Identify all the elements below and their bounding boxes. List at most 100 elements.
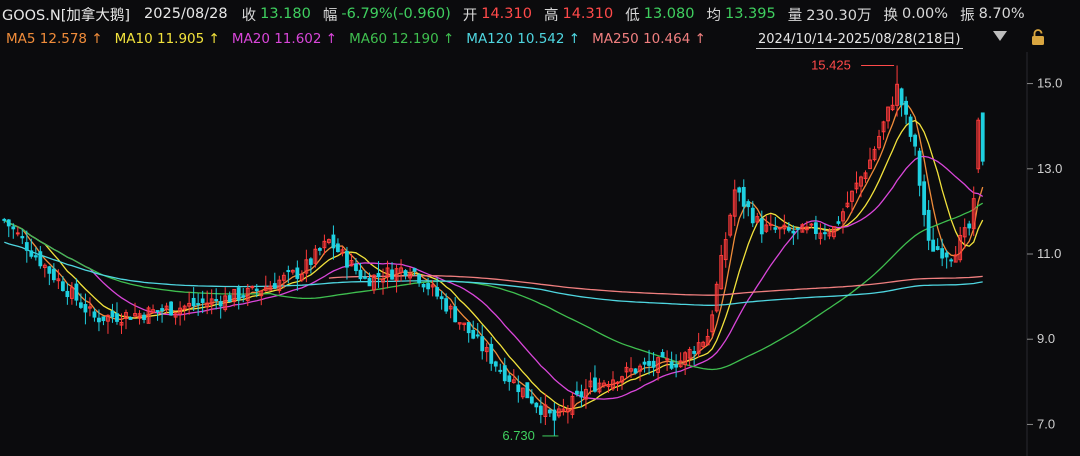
candle[interactable] bbox=[308, 257, 313, 274]
candle[interactable] bbox=[106, 314, 110, 334]
candle[interactable] bbox=[746, 199, 751, 217]
candle[interactable] bbox=[832, 226, 836, 240]
candle[interactable] bbox=[678, 352, 683, 368]
candle[interactable] bbox=[881, 120, 886, 140]
candle[interactable] bbox=[182, 304, 187, 321]
candle[interactable] bbox=[272, 272, 277, 289]
candle[interactable] bbox=[101, 316, 106, 326]
candlestick-chart[interactable]: 7.0 9.0 11.0 13.0 15.0 15.425 6.730 bbox=[0, 52, 1080, 456]
candle[interactable] bbox=[268, 281, 273, 291]
candle[interactable] bbox=[904, 96, 908, 125]
ma20-legend[interactable]: MA20 11.602 ↑ bbox=[232, 31, 337, 47]
lock-icon[interactable] bbox=[1030, 28, 1046, 46]
chevron-down-icon[interactable] bbox=[993, 31, 1007, 41]
candle[interactable] bbox=[345, 246, 349, 280]
candle[interactable] bbox=[638, 363, 642, 382]
candle[interactable] bbox=[299, 270, 304, 283]
candle[interactable] bbox=[263, 275, 268, 292]
candle[interactable] bbox=[403, 269, 408, 280]
candle[interactable] bbox=[845, 191, 850, 209]
candle[interactable] bbox=[250, 285, 255, 290]
candle[interactable] bbox=[466, 322, 471, 343]
candle[interactable] bbox=[620, 375, 624, 390]
candle[interactable] bbox=[597, 378, 602, 394]
candle[interactable] bbox=[656, 356, 660, 381]
candle[interactable] bbox=[872, 146, 877, 162]
candle[interactable] bbox=[868, 147, 872, 170]
candle[interactable] bbox=[944, 250, 949, 269]
candle[interactable] bbox=[390, 262, 394, 280]
candle[interactable] bbox=[818, 223, 823, 245]
candle[interactable] bbox=[20, 229, 25, 245]
ma120-legend[interactable]: MA120 10.542 ↑ bbox=[466, 31, 580, 47]
candle[interactable] bbox=[376, 261, 381, 288]
candle[interactable] bbox=[385, 260, 390, 289]
candle[interactable] bbox=[38, 246, 43, 269]
candle[interactable] bbox=[399, 259, 403, 282]
candle[interactable] bbox=[47, 265, 52, 286]
ma250-legend[interactable]: MA250 10.464 ↑ bbox=[592, 31, 706, 47]
candle[interactable] bbox=[137, 310, 142, 325]
candle[interactable] bbox=[953, 245, 958, 263]
candle[interactable] bbox=[448, 303, 453, 319]
candle[interactable] bbox=[899, 87, 904, 117]
candle[interactable] bbox=[940, 238, 945, 267]
candle[interactable] bbox=[836, 216, 841, 226]
candle[interactable] bbox=[115, 302, 119, 325]
date-range-label[interactable]: 2024/10/14-2025/08/28(218日) bbox=[756, 28, 963, 49]
candle[interactable] bbox=[971, 186, 976, 237]
candle[interactable] bbox=[327, 238, 331, 245]
candle[interactable] bbox=[83, 293, 88, 325]
candle[interactable] bbox=[575, 381, 579, 397]
candles[interactable] bbox=[2, 65, 985, 436]
ma5-legend[interactable]: MA5 12.578 ↑ bbox=[6, 31, 103, 47]
candle[interactable] bbox=[687, 346, 692, 367]
candle[interactable] bbox=[556, 406, 561, 419]
candle[interactable] bbox=[723, 232, 728, 268]
candle[interactable] bbox=[714, 281, 719, 313]
candle[interactable] bbox=[290, 269, 295, 275]
candle[interactable] bbox=[764, 216, 769, 233]
candle[interactable] bbox=[949, 257, 954, 267]
candle[interactable] bbox=[331, 225, 336, 260]
candle[interactable] bbox=[611, 371, 615, 391]
candle[interactable] bbox=[967, 220, 972, 236]
candle[interactable] bbox=[913, 133, 918, 156]
candle[interactable] bbox=[507, 372, 512, 391]
candle[interactable] bbox=[372, 274, 376, 294]
candle[interactable] bbox=[877, 129, 881, 151]
candle[interactable] bbox=[768, 214, 773, 231]
candle[interactable] bbox=[457, 322, 462, 330]
candle[interactable] bbox=[642, 357, 647, 373]
candle[interactable] bbox=[439, 290, 444, 310]
candle[interactable] bbox=[886, 106, 890, 129]
candle[interactable] bbox=[741, 179, 746, 219]
candle[interactable] bbox=[484, 342, 489, 362]
candle[interactable] bbox=[814, 215, 818, 240]
candle[interactable] bbox=[863, 170, 868, 183]
candle[interactable] bbox=[200, 290, 205, 314]
candle[interactable] bbox=[110, 303, 115, 323]
candle[interactable] bbox=[169, 301, 173, 316]
candle[interactable] bbox=[579, 384, 584, 408]
candle[interactable] bbox=[51, 263, 56, 283]
candle[interactable] bbox=[471, 320, 476, 340]
candle[interactable] bbox=[146, 305, 151, 324]
candle[interactable] bbox=[935, 238, 940, 251]
ma60-legend[interactable]: MA60 12.190 ↑ bbox=[349, 31, 454, 47]
candle[interactable] bbox=[543, 393, 548, 426]
candle[interactable] bbox=[547, 408, 552, 418]
candle[interactable] bbox=[2, 217, 7, 224]
candle[interactable] bbox=[462, 322, 467, 331]
candle[interactable] bbox=[65, 282, 70, 305]
candle[interactable] bbox=[674, 354, 679, 378]
candle[interactable] bbox=[737, 186, 742, 202]
candle[interactable] bbox=[74, 278, 79, 306]
candle[interactable] bbox=[570, 392, 575, 419]
candle[interactable] bbox=[502, 357, 507, 384]
candle[interactable] bbox=[931, 227, 936, 252]
candle[interactable] bbox=[841, 208, 845, 234]
candle[interactable] bbox=[823, 224, 827, 241]
candle[interactable] bbox=[958, 226, 963, 263]
candle[interactable] bbox=[755, 212, 760, 224]
